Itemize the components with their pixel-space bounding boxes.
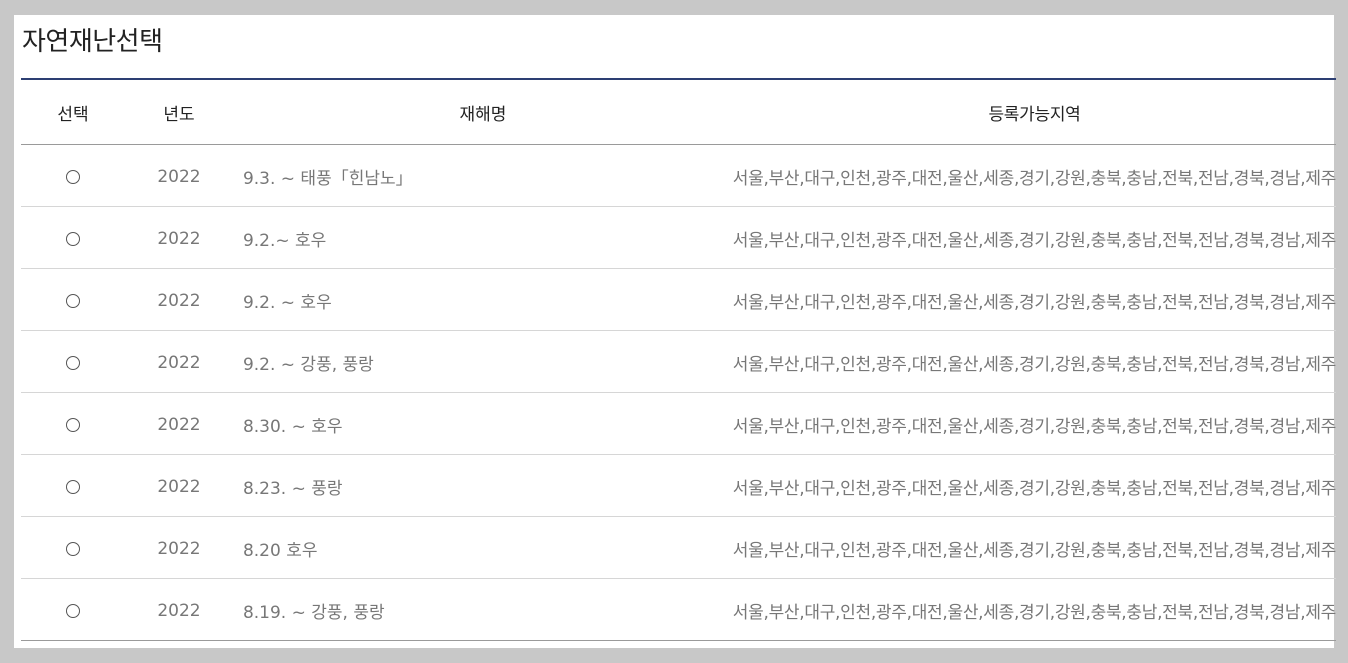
region-cell: 서울,부산,대구,인천,광주,대전,울산,세종,경기,강원,충북,충남,전북,전…: [732, 417, 1337, 437]
year-cell: 2022: [157, 414, 201, 435]
table-row[interactable]: 2022 9.2.~ 호우 서울,부산,대구,인천,광주,대전,울산,세종,경기…: [21, 207, 1336, 269]
disaster-name-cell: 8.20 호우: [242, 541, 318, 561]
year-cell: 2022: [157, 538, 201, 559]
disaster-name-cell: 8.19. ~ 강풍, 풍랑: [242, 603, 385, 623]
table-row[interactable]: 2022 9.2. ~ 강풍, 풍랑 서울,부산,대구,인천,광주,대전,울산,…: [21, 331, 1336, 393]
region-cell: 서울,부산,대구,인천,광주,대전,울산,세종,경기,강원,충북,충남,전북,전…: [732, 355, 1337, 375]
select-radio[interactable]: [65, 604, 80, 618]
page-title: 자연재난선택: [22, 27, 163, 57]
table-row[interactable]: 2022 8.19. ~ 강풍, 풍랑 서울,부산,대구,인천,광주,대전,울산…: [21, 579, 1336, 641]
year-cell: 2022: [157, 228, 201, 249]
disaster-select-panel: 자연재난선택 선택 년도 재해명 등록가능지역 2022 9.3. ~ 태풍「힌…: [14, 15, 1336, 648]
select-radio[interactable]: [65, 542, 80, 556]
select-radio[interactable]: [65, 232, 80, 246]
disaster-name-cell: 9.3. ~ 태풍「힌남노」: [242, 169, 413, 189]
select-radio[interactable]: [65, 480, 80, 494]
table-row[interactable]: 2022 9.2. ~ 호우 서울,부산,대구,인천,광주,대전,울산,세종,경…: [21, 269, 1336, 331]
column-header-select: 선택: [57, 104, 89, 125]
disaster-name-cell: 9.2. ~ 호우: [242, 293, 332, 313]
disaster-name-cell: 9.2. ~ 강풍, 풍랑: [242, 355, 374, 375]
disaster-table: 선택 년도 재해명 등록가능지역 2022 9.3. ~ 태풍「힌남노」 서울,…: [21, 78, 1336, 641]
table-row[interactable]: 2022 9.3. ~ 태풍「힌남노」 서울,부산,대구,인천,광주,대전,울산…: [21, 145, 1336, 207]
table-header: 선택 년도 재해명 등록가능지역: [21, 80, 1336, 145]
year-cell: 2022: [157, 166, 201, 187]
disaster-name-cell: 9.2.~ 호우: [242, 231, 327, 251]
region-cell: 서울,부산,대구,인천,광주,대전,울산,세종,경기,강원,충북,충남,전북,전…: [732, 541, 1337, 561]
region-cell: 서울,부산,대구,인천,광주,대전,울산,세종,경기,강원,충북,충남,전북,전…: [732, 169, 1337, 189]
column-header-year: 년도: [163, 104, 195, 125]
table-row[interactable]: 2022 8.30. ~ 호우 서울,부산,대구,인천,광주,대전,울산,세종,…: [21, 393, 1336, 455]
select-radio[interactable]: [65, 418, 80, 432]
disaster-name-cell: 8.30. ~ 호우: [242, 417, 343, 437]
column-header-name: 재해명: [459, 104, 507, 125]
year-cell: 2022: [157, 600, 201, 621]
region-cell: 서울,부산,대구,인천,광주,대전,울산,세종,경기,강원,충북,충남,전북,전…: [732, 231, 1337, 251]
year-cell: 2022: [157, 476, 201, 497]
select-radio[interactable]: [65, 294, 80, 308]
year-cell: 2022: [157, 290, 201, 311]
table-row[interactable]: 2022 8.23. ~ 풍랑 서울,부산,대구,인천,광주,대전,울산,세종,…: [21, 455, 1336, 517]
region-cell: 서울,부산,대구,인천,광주,대전,울산,세종,경기,강원,충북,충남,전북,전…: [732, 479, 1337, 499]
disaster-name-cell: 8.23. ~ 풍랑: [242, 479, 343, 499]
region-cell: 서울,부산,대구,인천,광주,대전,울산,세종,경기,강원,충북,충남,전북,전…: [732, 293, 1337, 313]
select-radio[interactable]: [65, 170, 80, 184]
column-header-region: 등록가능지역: [988, 104, 1081, 125]
region-cell: 서울,부산,대구,인천,광주,대전,울산,세종,경기,강원,충북,충남,전북,전…: [732, 603, 1337, 623]
select-radio[interactable]: [65, 356, 80, 370]
year-cell: 2022: [157, 352, 201, 373]
table-row[interactable]: 2022 8.20 호우 서울,부산,대구,인천,광주,대전,울산,세종,경기,…: [21, 517, 1336, 579]
